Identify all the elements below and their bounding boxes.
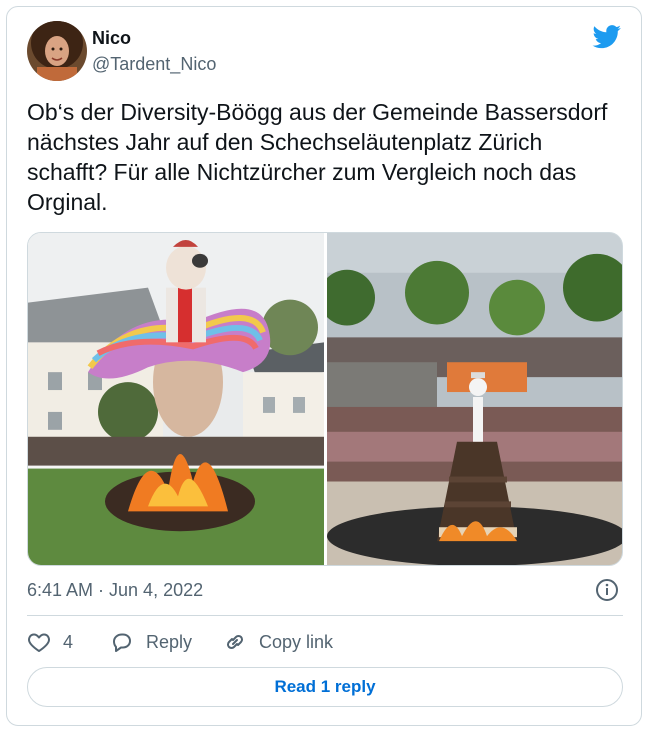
author-handle[interactable]: @Tardent_Nico (92, 54, 216, 75)
link-icon (226, 634, 244, 650)
tweet-text: Ob‘s der Diversity-Böögg aus der Gemeind… (27, 99, 608, 215)
author-name[interactable]: Nico (92, 28, 131, 49)
divider (27, 615, 623, 616)
info-icon[interactable] (595, 578, 619, 602)
speech-bubble-icon (113, 633, 131, 652)
reply-button[interactable]: Reply (110, 629, 192, 655)
tweet-media[interactable] (27, 232, 623, 566)
twitter-bird-icon[interactable] (592, 25, 622, 49)
tweet-timestamp[interactable]: 6:41 AM · Jun 4, 2022 (27, 580, 203, 601)
copy-link-button[interactable]: Copy link (223, 629, 333, 655)
reply-label: Reply (146, 631, 193, 652)
photo-original-boeoegg[interactable] (327, 233, 623, 565)
photo-diversity-boeoegg[interactable] (28, 233, 324, 565)
like-count: 4 (63, 631, 74, 652)
copy-link-label: Copy link (259, 631, 334, 652)
heart-icon (28, 633, 50, 652)
tweet-card: Nico @Tardent_Nico Ob‘s der Diversity-Bö… (6, 6, 642, 726)
avatar[interactable] (27, 21, 87, 81)
read-replies-button[interactable]: Read 1 reply (27, 667, 623, 707)
like-button[interactable]: 4 (27, 629, 73, 655)
